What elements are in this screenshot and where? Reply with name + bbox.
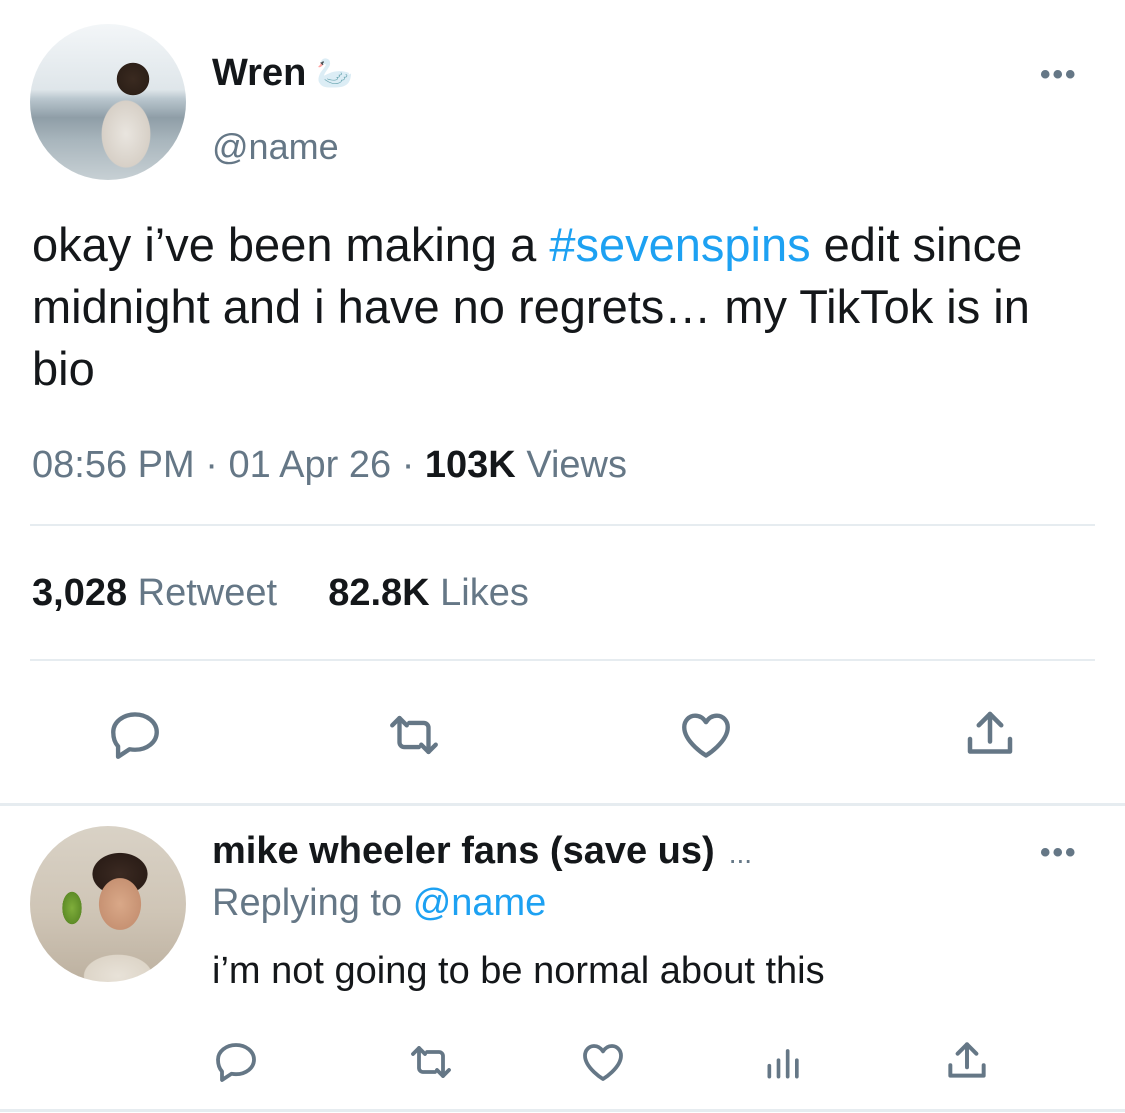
divider [30,659,1095,661]
reply-like-button[interactable] [578,1038,628,1086]
author-handle[interactable]: @name [212,126,339,168]
reply-more-options-button[interactable]: ••• [1040,836,1078,870]
author-name-row[interactable]: Wren 🦢 [212,52,354,95]
reply-button[interactable] [106,706,164,764]
meta-separator: · [205,444,229,486]
name-ellipsis: ... [728,838,753,869]
replying-prefix: Replying to [212,882,403,924]
author-name: Wren [212,52,307,94]
hashtag-link[interactable]: #sevenspins [549,218,810,271]
retweet-button[interactable] [384,706,444,764]
section-divider [0,803,1125,806]
swan-icon: 🦢 [316,57,354,90]
tweet-text-before: okay i’ve been making a [32,218,550,271]
retweets-label: Retweet [137,572,278,614]
share-icon [948,1042,986,1078]
views-count: 103K [424,444,516,486]
author-avatar[interactable] [30,24,186,180]
retweets-stat[interactable]: 3,028 Retweet [32,572,277,614]
tweet-stats: 3,028 Retweet 82.8K Likes [32,572,529,615]
reply-author-name: mike wheeler fans (save us) [212,830,715,872]
retweets-count: 3,028 [32,572,128,614]
tweet-meta: 08:56 PM · 01 Apr 26 · 103K Views [32,444,627,487]
replying-to: Replying to @name [212,882,546,925]
like-icon [583,1044,623,1081]
share-icon [967,711,1013,754]
reply-text: i’m not going to be normal about this [212,950,825,992]
reply-analytics-button[interactable] [762,1038,806,1086]
retweet-icon [411,1046,451,1078]
reply-retweet-button[interactable] [406,1038,456,1086]
tweet-text: okay i’ve been making a #sevenspins edit… [32,214,1102,400]
divider [30,524,1095,526]
reply-name-row[interactable]: mike wheeler fans (save us) ... [212,830,752,873]
tweet-time[interactable]: 08:56 PM [32,444,195,486]
reply-icon [111,712,159,759]
likes-stat[interactable]: 82.8K Likes [328,572,529,614]
reply-author-avatar[interactable] [30,826,186,982]
bottom-divider [0,1109,1125,1112]
likes-count: 82.8K [328,572,430,614]
meta-separator: · [401,444,425,486]
views-label: Views [526,444,627,486]
share-button[interactable] [960,704,1020,764]
replying-handle[interactable]: @name [413,882,547,924]
tweet-date[interactable]: 01 Apr 26 [228,444,391,486]
retweet-icon [390,715,438,755]
more-options-button[interactable]: ••• [1040,58,1078,92]
reply-reply-button[interactable] [212,1038,260,1086]
reply-icon [216,1043,256,1082]
like-button[interactable] [676,706,736,764]
like-icon [682,713,730,758]
reply-share-button[interactable] [942,1036,992,1086]
likes-label: Likes [440,572,529,614]
analytics-icon [767,1049,799,1079]
